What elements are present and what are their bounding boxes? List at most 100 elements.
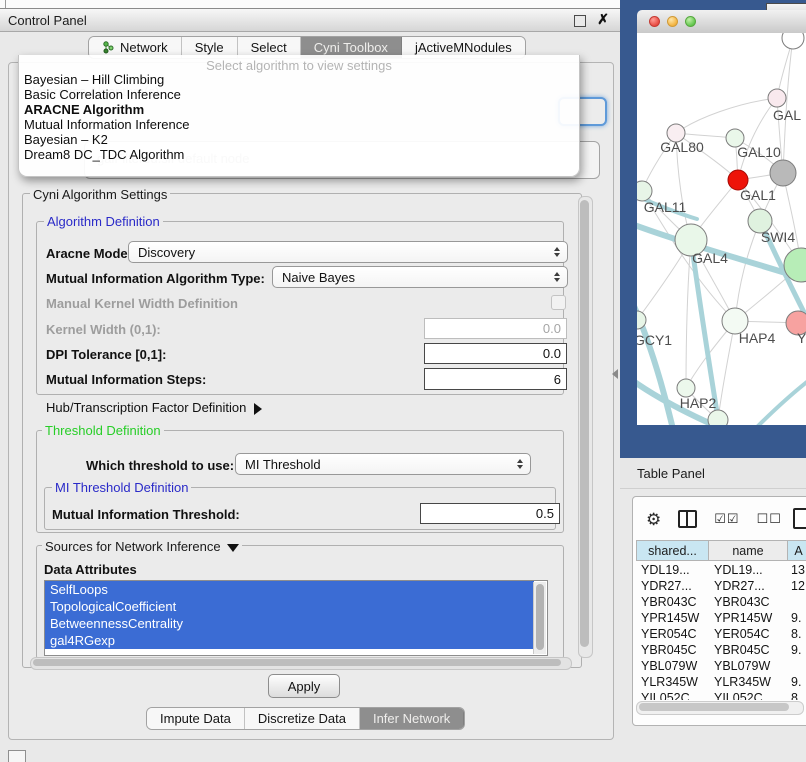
table-panel-title: Table Panel <box>637 466 705 481</box>
table-panel-titlebar: Table Panel <box>620 458 806 489</box>
table-body[interactable]: YDL19...YDL19...13 YDR27...YDR27...12 YB… <box>636 561 806 700</box>
panel-splitter-arrow[interactable] <box>612 369 618 379</box>
column-header-label: shared... <box>648 544 697 558</box>
settings-horizontal-scrollbar[interactable] <box>30 657 572 670</box>
list-item[interactable]: TopologicalCoefficient <box>45 598 534 615</box>
dropdown-item-label: Bayesian – K2 <box>24 132 108 147</box>
tab-impute-data[interactable]: Impute Data <box>147 708 245 729</box>
list-item[interactable]: BetweennessCentrality <box>45 615 534 632</box>
dropdown-item-aracne[interactable]: ARACNE Algorithm <box>19 102 579 117</box>
dropdown-item-bayesian-hill-climbing[interactable]: Bayesian – Hill Climbing <box>19 72 579 87</box>
scrollbar-thumb[interactable] <box>536 584 544 650</box>
spinner-icon <box>517 459 523 469</box>
deselect-all-checkboxes-icon[interactable]: ☐☐ <box>757 511 782 527</box>
apply-button[interactable]: Apply <box>268 674 340 698</box>
mi-type-combo[interactable]: Naive Bayes <box>272 266 568 288</box>
minimized-window-icon[interactable] <box>8 750 26 762</box>
cell-shared-name: YDR27... <box>641 578 707 594</box>
close-traffic-light-icon[interactable] <box>649 16 660 27</box>
threshold-definition-label: Threshold Definition <box>42 423 164 438</box>
network-view[interactable]: GAL GAL80 GAL10 GAL1 GAL11 SWI4 GAL4 GCY… <box>637 33 806 425</box>
cell-shared-name: YIL052C <box>641 690 707 700</box>
tab-label: jActiveMNodules <box>415 40 512 55</box>
sources-group-toggle[interactable]: Sources for Network Inference <box>42 539 242 554</box>
list-item-label: TopologicalCoefficient <box>50 599 176 614</box>
dropdown-item-label: Basic Correlation Inference <box>24 87 181 102</box>
cell-value: 12 <box>791 578 806 594</box>
list-item[interactable]: gal4RGexp <box>45 632 534 649</box>
which-threshold-combo[interactable]: MI Threshold <box>235 453 531 475</box>
column-header-shared-name[interactable]: shared... <box>636 540 709 561</box>
cell-shared-name: YBR045C <box>641 642 707 658</box>
table-horizontal-scrollbar[interactable] <box>636 701 804 715</box>
cell-name: YPR145W <box>714 610 790 626</box>
list-item[interactable]: SelfLoops <box>45 581 534 598</box>
highlighted-edges <box>637 193 806 425</box>
select-all-checkboxes-icon[interactable]: ☑☑ <box>714 511 739 527</box>
cell-value: 13 <box>791 562 806 578</box>
kernel-width-field[interactable]: 0.0 <box>424 318 567 339</box>
list-item-label: SelfLoops <box>50 582 108 597</box>
minimize-traffic-light-icon[interactable] <box>667 16 678 27</box>
column-header-partial[interactable]: A <box>788 540 806 561</box>
tab-label: Select <box>251 40 287 55</box>
aracne-mode-combo[interactable]: Discovery <box>128 241 568 263</box>
dropdown-item-label: Dream8 DC_TDC Algorithm <box>24 147 184 162</box>
algorithm-dropdown: Select algorithm to view settings Bayesi… <box>18 55 580 177</box>
cell-name: YBR045C <box>714 642 790 658</box>
scrollbar-thumb[interactable] <box>639 703 789 711</box>
node-label: GCY1 <box>637 332 672 348</box>
columns-icon[interactable] <box>678 510 697 528</box>
mi-threshold-group-label: MI Threshold Definition <box>52 480 191 495</box>
dropdown-item-mutual-information[interactable]: Mutual Information Inference <box>19 117 579 132</box>
dropdown-item-bayesian-k2[interactable]: Bayesian – K2 <box>19 132 579 147</box>
gear-icon[interactable]: ⚙ <box>646 511 661 528</box>
mi-threshold-value: 0.5 <box>536 506 554 521</box>
node-label: HAP2 <box>680 395 717 411</box>
cell-value: 8 <box>791 690 806 700</box>
cell-name: YIL052C <box>714 690 790 700</box>
hub-definition-label: Hub/Transcription Factor Definition <box>46 400 246 415</box>
dropdown-item-label: Bayesian – Hill Climbing <box>24 72 164 87</box>
node-label: GAL4 <box>692 250 728 266</box>
dropdown-item-basic-correlation[interactable]: Basic Correlation Inference <box>19 87 579 102</box>
cell-shared-name: YDL19... <box>641 562 707 578</box>
cell-shared-name: YPR145W <box>641 610 707 626</box>
dropdown-item-dream8[interactable]: Dream8 DC_TDC Algorithm <box>19 147 579 162</box>
cell-name: YLR345W <box>714 674 790 690</box>
column-header-name[interactable]: name <box>709 540 788 561</box>
dropdown-placeholder: Select algorithm to view settings <box>19 55 579 72</box>
cell-shared-name: YLR345W <box>641 674 707 690</box>
cyni-settings-group-label: Cyni Algorithm Settings <box>30 187 170 202</box>
list-vertical-scrollbar[interactable] <box>533 582 546 654</box>
list-item-label: gal4RGexp <box>50 633 115 648</box>
expand-arrow-icon <box>254 403 262 415</box>
scrollbar-thumb[interactable] <box>33 659 561 666</box>
manual-kernel-label: Manual Kernel Width Definition <box>46 296 238 311</box>
tab-discretize-data[interactable]: Discretize Data <box>245 708 360 729</box>
table-toolbar: ⚙ ☑☑ ☐☐ <box>633 500 806 538</box>
node-label: GAL <box>773 107 801 123</box>
zoom-traffic-light-icon[interactable] <box>685 16 696 27</box>
network-window-titlebar[interactable] <box>637 10 806 34</box>
data-attributes-list[interactable]: SelfLoops TopologicalCoefficient Between… <box>44 580 548 656</box>
hub-definition-toggle[interactable]: Hub/Transcription Factor Definition <box>46 400 262 415</box>
manual-kernel-checkbox[interactable] <box>551 295 566 310</box>
cell-shared-name: YBL079W <box>641 658 707 674</box>
mi-steps-field[interactable]: 6 <box>424 368 567 390</box>
tab-infer-network[interactable]: Infer Network <box>360 708 464 729</box>
cell-shared-name: YBR043C <box>641 594 707 610</box>
kernel-width-value: 0.0 <box>543 321 561 336</box>
sources-group-label: Sources for Network Inference <box>45 539 221 554</box>
algorithm-definition-label: Algorithm Definition <box>44 214 163 229</box>
aracne-mode-value: Discovery <box>138 245 195 260</box>
collapse-arrow-icon <box>227 544 239 552</box>
float-icon[interactable] <box>574 15 586 27</box>
scrollbar-thumb[interactable] <box>580 200 589 647</box>
close-icon[interactable]: ✗ <box>597 11 609 28</box>
dpi-tolerance-field[interactable]: 0.0 <box>424 343 567 364</box>
mi-threshold-field[interactable]: 0.5 <box>420 503 560 524</box>
settings-vertical-scrollbar[interactable] <box>578 196 593 658</box>
cell-name: YBR043C <box>714 594 790 610</box>
document-icon[interactable] <box>793 508 806 529</box>
